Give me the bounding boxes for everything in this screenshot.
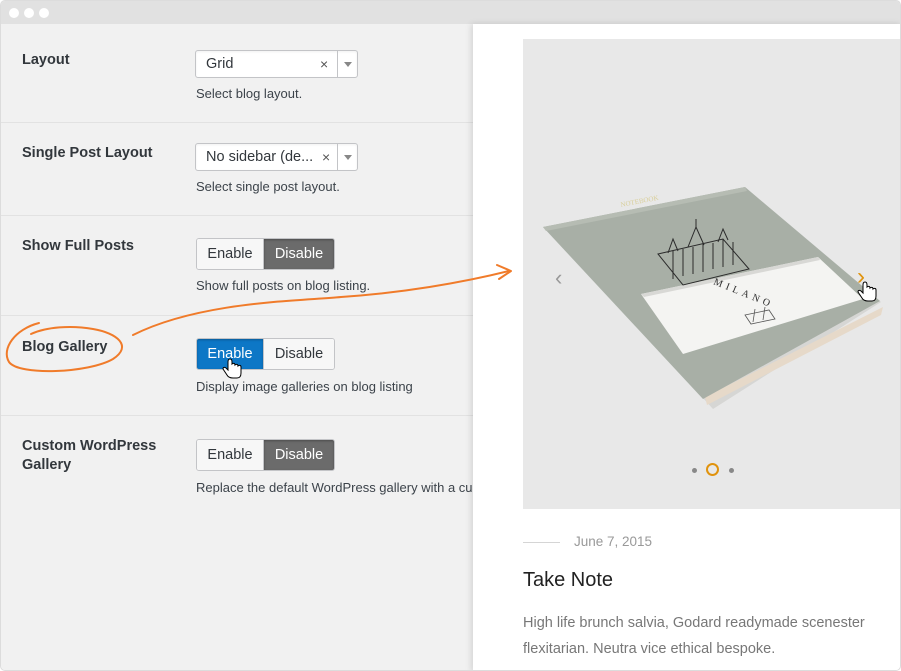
setting-description: Select blog layout. [196, 86, 303, 101]
chevron-right-icon[interactable]: › [857, 263, 865, 291]
window-dot-minimize[interactable] [24, 8, 34, 18]
disable-button[interactable]: Disable [264, 339, 334, 369]
chevron-down-icon [344, 155, 352, 160]
disable-button[interactable]: Disable [264, 239, 334, 269]
dropdown-toggle[interactable] [337, 51, 357, 77]
setting-label: Single Post Layout [22, 145, 153, 161]
post-date: June 7, 2015 [574, 534, 653, 549]
setting-description: Display image galleries on blog listing [196, 379, 413, 394]
enable-button[interactable]: Enable [197, 239, 264, 269]
clear-icon[interactable]: × [322, 149, 330, 165]
browser-window: Layout Grid × Select blog layout. Single… [0, 0, 901, 671]
setting-row-custom-wp-gallery: Custom WordPress Gallery Enable Disable … [1, 416, 473, 516]
layout-select[interactable]: Grid × [195, 50, 358, 78]
dropdown-toggle[interactable] [337, 144, 357, 170]
show-full-posts-toggle: Enable Disable [196, 238, 335, 270]
theme-options-panel: Layout Grid × Select blog layout. Single… [1, 24, 473, 670]
chevron-left-icon[interactable]: ‹ [555, 265, 562, 291]
window-dot-maximize[interactable] [39, 8, 49, 18]
setting-row-blog-gallery: Blog Gallery Enable Disable Display imag… [1, 316, 473, 415]
window-dot-close[interactable] [9, 8, 19, 18]
slider-dot[interactable] [692, 468, 697, 473]
enable-button[interactable]: Enable [197, 339, 264, 369]
blog-preview-panel: MILANO NOTEBOOK ‹ › June 7, 2015 Take No… [473, 24, 900, 670]
enable-button[interactable]: Enable [197, 440, 264, 470]
select-value: Grid [206, 56, 234, 72]
setting-description: Replace the default WordPress gallery wi… [196, 480, 473, 495]
setting-label: Show Full Posts [22, 238, 134, 254]
chevron-down-icon [344, 62, 352, 67]
single-post-layout-select[interactable]: No sidebar (de... × [195, 143, 358, 171]
setting-row-show-full-posts: Show Full Posts Enable Disable Show full… [1, 216, 473, 315]
setting-row-layout: Layout Grid × Select blog layout. [1, 24, 473, 122]
post-title[interactable]: Take Note [523, 569, 613, 592]
notebook-image: MILANO NOTEBOOK [543, 187, 883, 409]
slider-dot-active[interactable] [706, 463, 719, 476]
slider-pagination [689, 463, 749, 477]
clear-icon[interactable]: × [320, 56, 328, 72]
slider-dot[interactable] [729, 468, 734, 473]
post-excerpt: High life brunch salvia, Godard readymad… [523, 615, 865, 657]
date-divider [523, 542, 560, 543]
setting-label: Blog Gallery [22, 339, 108, 355]
select-value: No sidebar (de... [206, 149, 314, 165]
setting-label: Custom WordPress Gallery [22, 438, 157, 473]
gallery-slider: MILANO NOTEBOOK ‹ › [523, 39, 900, 509]
custom-wp-gallery-toggle: Enable Disable [196, 439, 335, 471]
blog-gallery-toggle: Enable Disable [196, 338, 335, 370]
setting-description: Show full posts on blog listing. [196, 278, 371, 293]
setting-label: Layout [22, 52, 70, 68]
setting-row-single-post-layout: Single Post Layout No sidebar (de... × S… [1, 123, 473, 216]
setting-description: Select single post layout. [196, 179, 340, 194]
disable-button[interactable]: Disable [264, 440, 334, 470]
window-titlebar [1, 1, 900, 24]
